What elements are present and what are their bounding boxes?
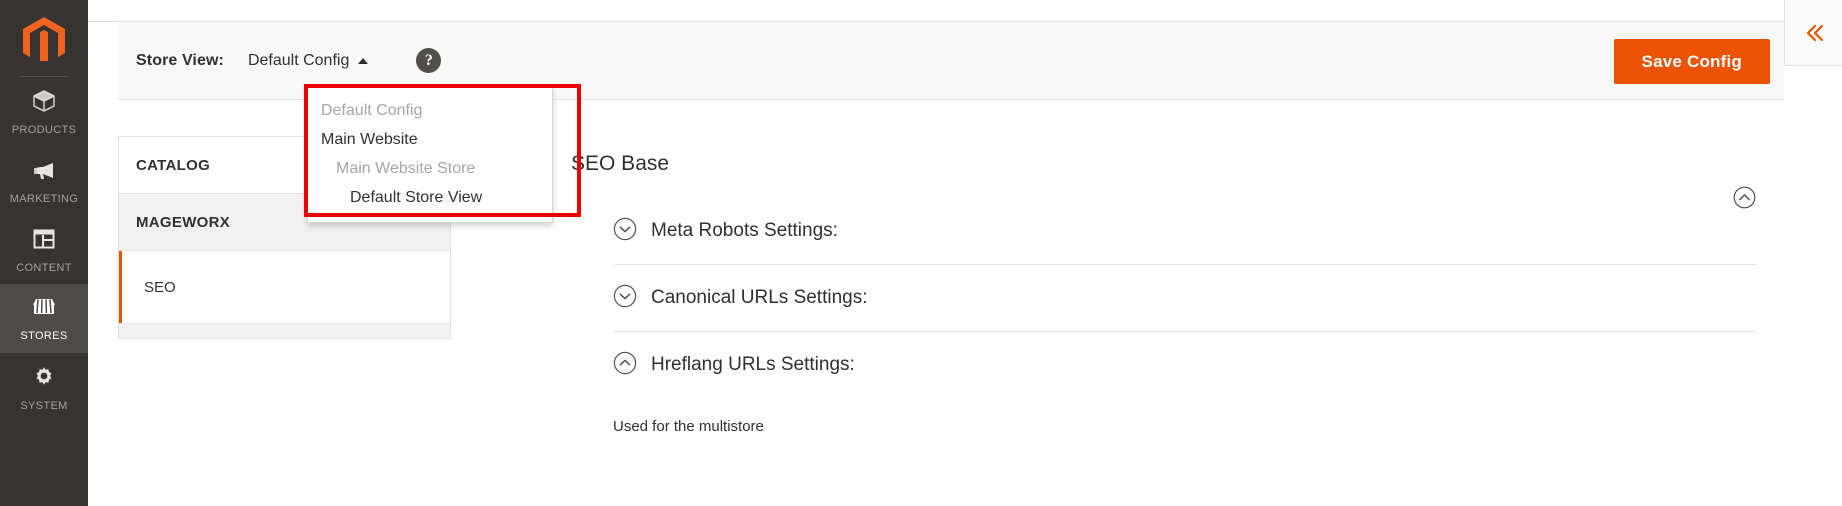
fieldset-list: Meta Robots Settings: Canonical URLs Set… (501, 198, 1784, 398)
config-section-title: MAGEWORX (136, 213, 231, 231)
store-view-option-main-website[interactable]: Main Website (308, 125, 552, 154)
store-view-option-default-config: Default Config (321, 102, 423, 119)
config-nav-item-seo[interactable]: SEO (119, 251, 450, 323)
store-view-option-main-website-store: Main Website Store (336, 160, 476, 177)
sidebar-item-content[interactable]: CONTENT (0, 215, 88, 284)
admin-sidebar: PRODUCTS MARKETING CONTENT STORES SYSTEM (0, 0, 88, 506)
circle-chevron-up-icon[interactable] (1733, 186, 1756, 209)
circle-chevron-up-icon (613, 351, 637, 380)
config-nav-footer (119, 323, 450, 338)
question-mark-icon[interactable]: ? (416, 48, 442, 73)
magento-logo-icon (23, 17, 65, 61)
main-content: SEO Base Meta Robots Settings: Canonical… (501, 136, 1784, 435)
sidebar-item-system[interactable]: SYSTEM (0, 353, 88, 422)
store-view-option-list: Default Config Main Website Main Website… (307, 88, 553, 223)
gear-icon (31, 364, 57, 395)
magento-logo[interactable] (0, 0, 88, 76)
caret-up-icon (358, 58, 369, 64)
store-view-value: Default Config (247, 51, 350, 69)
sidebar-item-label: PRODUCTS (11, 123, 77, 136)
page-title: SEO Base (571, 152, 670, 175)
sidebar-item-marketing[interactable]: MARKETING (0, 146, 88, 215)
megaphone-icon (31, 157, 57, 188)
page-area: Store View: Default Config ? Save Config… (88, 0, 1842, 506)
config-section-title: CATALOG (136, 156, 211, 174)
box-icon (31, 88, 57, 119)
fieldset-label: Meta Robots Settings: (651, 220, 838, 241)
config-nav-item-label: SEO (144, 278, 176, 296)
content-title-row: SEO Base (501, 136, 1784, 209)
circle-chevron-down-icon (613, 284, 637, 313)
store-view-option-default-store-view[interactable]: Default Store View (308, 183, 552, 212)
collapse-sidebar-button[interactable] (1784, 0, 1842, 66)
top-strip (88, 0, 1842, 22)
sidebar-item-label: STORES (20, 329, 68, 342)
sidebar-item-label: MARKETING (9, 192, 79, 205)
circle-chevron-down-icon (613, 217, 637, 246)
fieldset-canonical-urls-settings[interactable]: Canonical URLs Settings: (613, 265, 1756, 332)
layout-icon (31, 226, 57, 257)
store-view-label: Store View: (136, 51, 224, 69)
storefront-icon (30, 296, 58, 325)
sidebar-item-label: SYSTEM (20, 399, 68, 412)
sidebar-item-label: CONTENT (16, 261, 72, 274)
sidebar-item-stores[interactable]: STORES (0, 284, 88, 353)
admin-config-page: PRODUCTS MARKETING CONTENT STORES SYSTEM… (0, 0, 1842, 506)
fieldset-meta-robots-settings[interactable]: Meta Robots Settings: (613, 198, 1756, 265)
store-view-row: Store View: Default Config ? (136, 48, 442, 73)
fieldset-label: Canonical URLs Settings: (651, 287, 868, 308)
store-view-switcher[interactable]: Default Config (247, 51, 369, 70)
fieldset-label: Hreflang URLs Settings: (651, 354, 855, 375)
fieldset-note: Used for the multistore (613, 418, 764, 435)
save-config-button[interactable]: Save Config (1613, 39, 1770, 84)
sidebar-item-products[interactable]: PRODUCTS (0, 77, 88, 146)
double-chevron-left-icon (1806, 24, 1823, 41)
fieldset-hreflang-urls-settings[interactable]: Hreflang URLs Settings: (613, 332, 1756, 398)
